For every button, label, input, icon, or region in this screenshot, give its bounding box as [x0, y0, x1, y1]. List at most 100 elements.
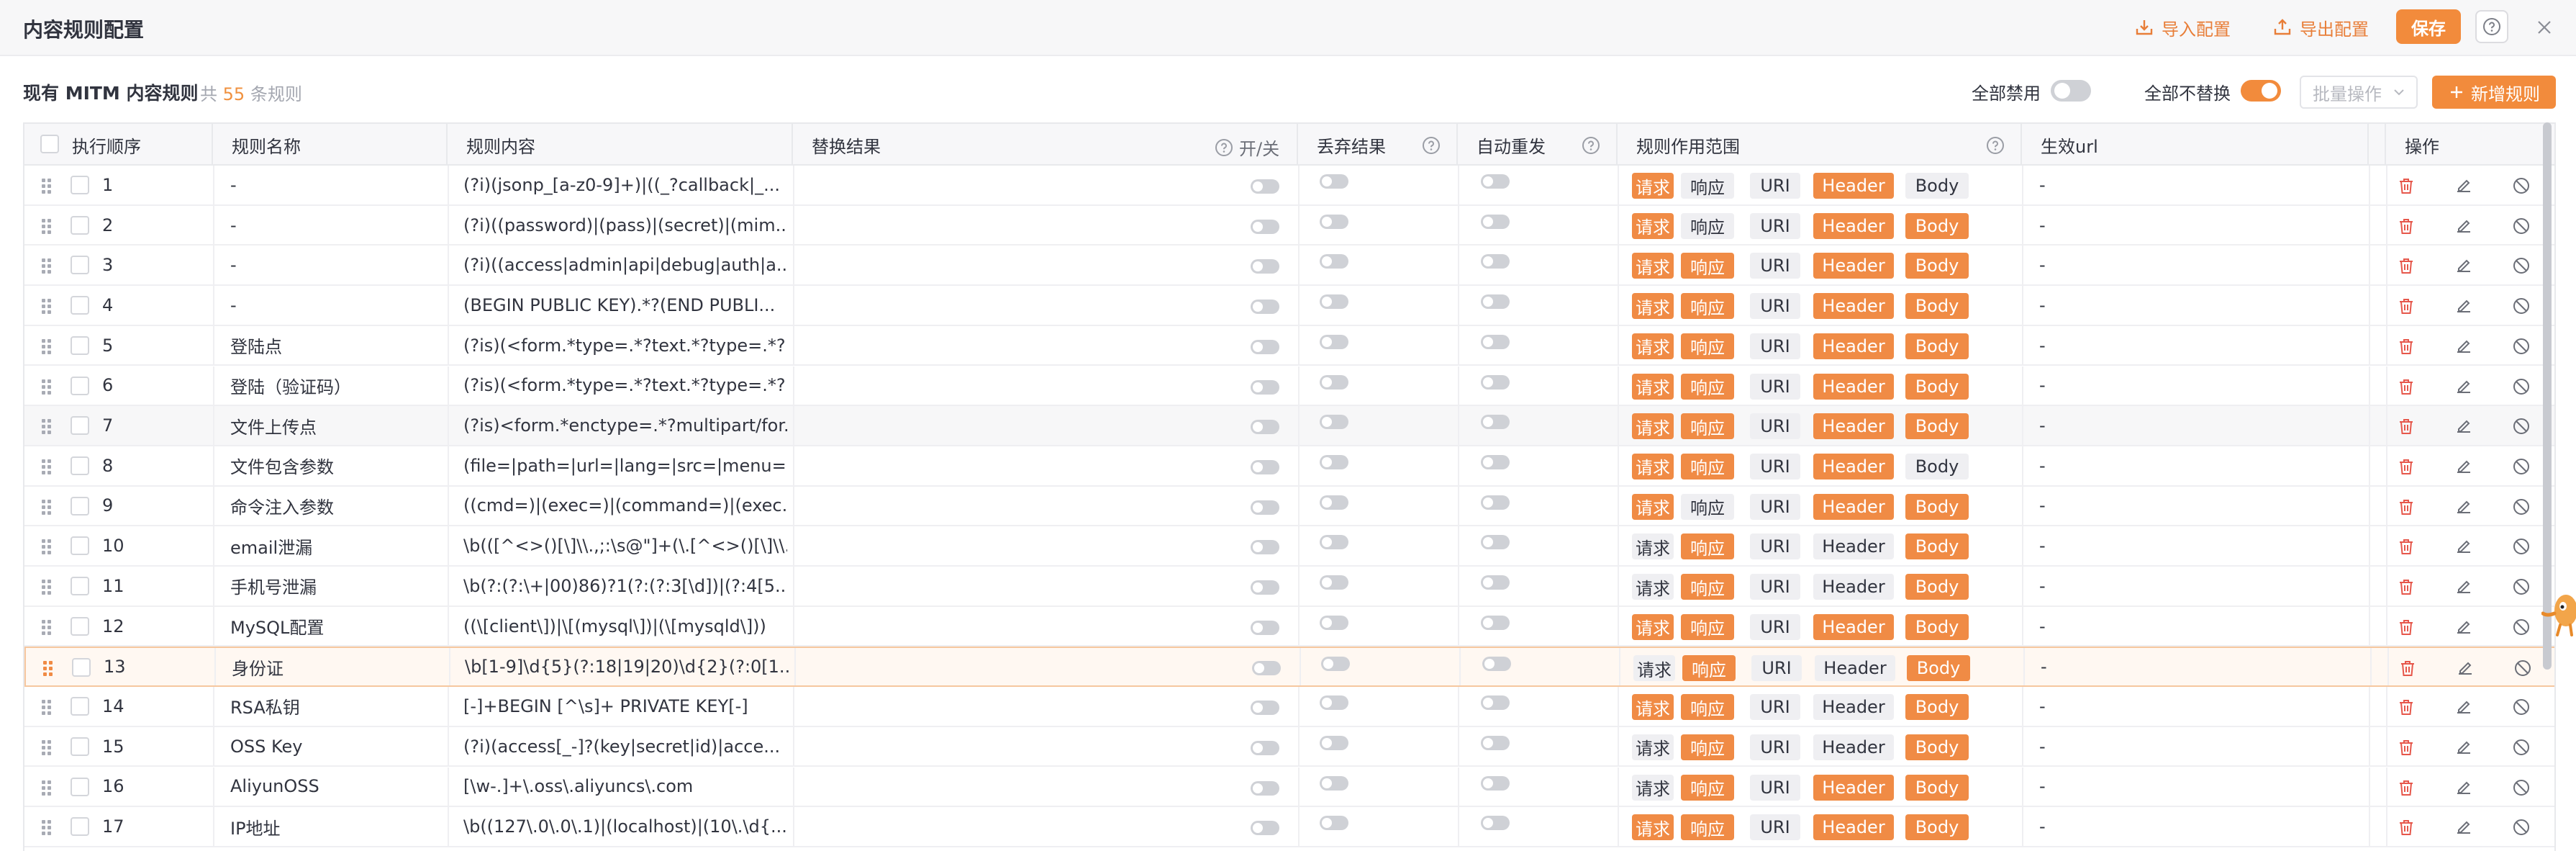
row-checkbox[interactable]: [71, 697, 89, 716]
scope-tag-uri[interactable]: URI: [1750, 574, 1800, 600]
help-button[interactable]: [2475, 10, 2508, 43]
auto-resend-switch[interactable]: [1481, 374, 1510, 390]
scope-tag-body[interactable]: Body: [1905, 253, 1969, 279]
disable-icon[interactable]: [2511, 536, 2531, 557]
auto-resend-switch[interactable]: [1481, 775, 1510, 791]
select-all-checkbox[interactable]: [40, 135, 59, 153]
scope-tag-response[interactable]: 响应: [1681, 694, 1734, 721]
scope-tag-uri[interactable]: URI: [1750, 253, 1800, 279]
scope-tag-uri[interactable]: URI: [1750, 173, 1800, 199]
row-checkbox[interactable]: [71, 817, 89, 837]
drag-handle-icon[interactable]: [42, 218, 52, 235]
scope-tag-header[interactable]: Header: [1813, 774, 1894, 801]
scope-tag-uri[interactable]: URI: [1750, 774, 1800, 801]
row-checkbox[interactable]: [71, 536, 89, 556]
scope-tag-response[interactable]: 响应: [1681, 493, 1734, 520]
disable-icon[interactable]: [2511, 817, 2531, 837]
disable-icon[interactable]: [2511, 377, 2531, 397]
scope-tag-body[interactable]: Body: [1905, 574, 1969, 600]
scope-tag-response[interactable]: 响应: [1681, 253, 1734, 279]
scope-tag-uri[interactable]: URI: [1750, 373, 1800, 400]
scope-tag-header[interactable]: Header: [1813, 453, 1894, 479]
drop-result-switch[interactable]: [1320, 775, 1348, 791]
rule-enable-switch[interactable]: [1251, 580, 1279, 595]
delete-icon[interactable]: [2396, 817, 2416, 837]
edit-icon[interactable]: [2454, 617, 2474, 637]
table-row[interactable]: 10 email泄漏 \b(([^<>()[\]\\.,;:\s@"]+(\.[^<…: [24, 526, 2554, 567]
auto-resend-switch[interactable]: [1481, 294, 1510, 310]
auto-resend-switch[interactable]: [1481, 174, 1510, 189]
auto-resend-switch[interactable]: [1481, 454, 1510, 469]
drop-result-switch[interactable]: [1320, 535, 1348, 550]
delete-icon[interactable]: [2396, 497, 2416, 517]
scope-tag-header[interactable]: Header: [1813, 253, 1894, 279]
row-checkbox[interactable]: [71, 777, 89, 796]
scope-tag-uri[interactable]: URI: [1750, 814, 1800, 841]
scope-tag-response[interactable]: 响应: [1681, 734, 1734, 760]
scope-tag-response[interactable]: 响应: [1681, 293, 1734, 320]
rule-enable-switch[interactable]: [1251, 821, 1279, 836]
edit-icon[interactable]: [2454, 377, 2474, 397]
row-checkbox[interactable]: [71, 496, 89, 515]
drag-handle-icon[interactable]: [42, 299, 52, 315]
scope-tag-response[interactable]: 响应: [1681, 574, 1734, 600]
auto-resend-switch[interactable]: [1481, 254, 1510, 269]
edit-icon[interactable]: [2454, 577, 2474, 597]
delete-icon[interactable]: [2396, 336, 2416, 356]
edit-icon[interactable]: [2454, 256, 2474, 276]
drag-handle-icon[interactable]: [42, 739, 52, 756]
scope-tag-header[interactable]: Header: [1813, 493, 1894, 520]
scope-tag-uri[interactable]: URI: [1750, 212, 1800, 239]
scope-tag-body[interactable]: Body: [1907, 655, 1970, 682]
drop-result-switch[interactable]: [1320, 615, 1348, 630]
rule-enable-switch[interactable]: [1251, 420, 1279, 435]
scope-tag-request[interactable]: 请求: [1632, 613, 1674, 640]
scope-tag-request[interactable]: 请求: [1632, 574, 1674, 600]
drag-handle-icon[interactable]: [42, 459, 52, 475]
auto-resend-switch[interactable]: [1481, 816, 1510, 831]
scope-tag-body[interactable]: Body: [1905, 413, 1969, 440]
rule-enable-switch[interactable]: [1251, 219, 1279, 234]
auto-resend-switch[interactable]: [1481, 334, 1510, 349]
scope-tag-response[interactable]: 响应: [1682, 655, 1736, 682]
auto-resend-switch[interactable]: [1481, 615, 1510, 630]
disable-icon[interactable]: [2513, 658, 2533, 678]
scope-tag-request[interactable]: 请求: [1632, 734, 1674, 760]
table-row[interactable]: 9 命令注入参数 ((cmd=)|(exec=)|(command=)|(exec.…: [24, 486, 2554, 527]
delete-icon[interactable]: [2396, 456, 2416, 477]
rule-enable-switch[interactable]: [1251, 459, 1279, 474]
scope-tag-body[interactable]: Body: [1905, 814, 1969, 841]
table-row[interactable]: 3 - (?i)((access|admin|api|debug|auth|a...…: [24, 246, 2554, 287]
scope-tag-body[interactable]: Body: [1905, 453, 1969, 479]
scope-tag-body[interactable]: Body: [1905, 173, 1969, 199]
row-checkbox[interactable]: [71, 296, 89, 315]
auto-resend-switch[interactable]: [1481, 575, 1510, 590]
scope-tag-request[interactable]: 请求: [1632, 413, 1674, 440]
table-row[interactable]: 8 文件包含参数 (file=|path=|url=|lang=|src=|menu…: [24, 446, 2554, 487]
row-checkbox[interactable]: [71, 416, 89, 436]
scope-tag-body[interactable]: Body: [1905, 613, 1969, 640]
auto-resend-switch[interactable]: [1481, 535, 1510, 550]
scope-tag-response[interactable]: 响应: [1681, 173, 1734, 199]
row-checkbox[interactable]: [71, 456, 89, 475]
rule-enable-switch[interactable]: [1251, 300, 1279, 315]
disable-icon[interactable]: [2511, 778, 2531, 798]
drag-handle-icon[interactable]: [42, 780, 52, 796]
edit-icon[interactable]: [2454, 416, 2474, 436]
scope-tag-response[interactable]: 响应: [1681, 212, 1734, 239]
scope-tag-request[interactable]: 请求: [1632, 533, 1674, 560]
table-row[interactable]: 11 手机号泄漏 \b(?:(?:\+|00)86)?1(?:(?:3[\d])|(…: [24, 567, 2554, 607]
edit-icon[interactable]: [2454, 456, 2474, 477]
rule-enable-switch[interactable]: [1251, 259, 1279, 274]
edit-icon[interactable]: [2454, 737, 2474, 757]
drag-handle-icon[interactable]: [42, 580, 52, 595]
scope-tag-request[interactable]: 请求: [1632, 814, 1674, 841]
scope-tag-header[interactable]: Header: [1815, 655, 1895, 682]
disable-icon[interactable]: [2511, 456, 2531, 477]
drag-handle-icon[interactable]: [43, 661, 53, 677]
rule-enable-switch[interactable]: [1252, 661, 1281, 676]
row-checkbox[interactable]: [71, 215, 89, 235]
scope-tag-uri[interactable]: URI: [1751, 655, 1802, 682]
scope-tag-request[interactable]: 请求: [1632, 774, 1674, 801]
row-checkbox[interactable]: [71, 376, 89, 395]
